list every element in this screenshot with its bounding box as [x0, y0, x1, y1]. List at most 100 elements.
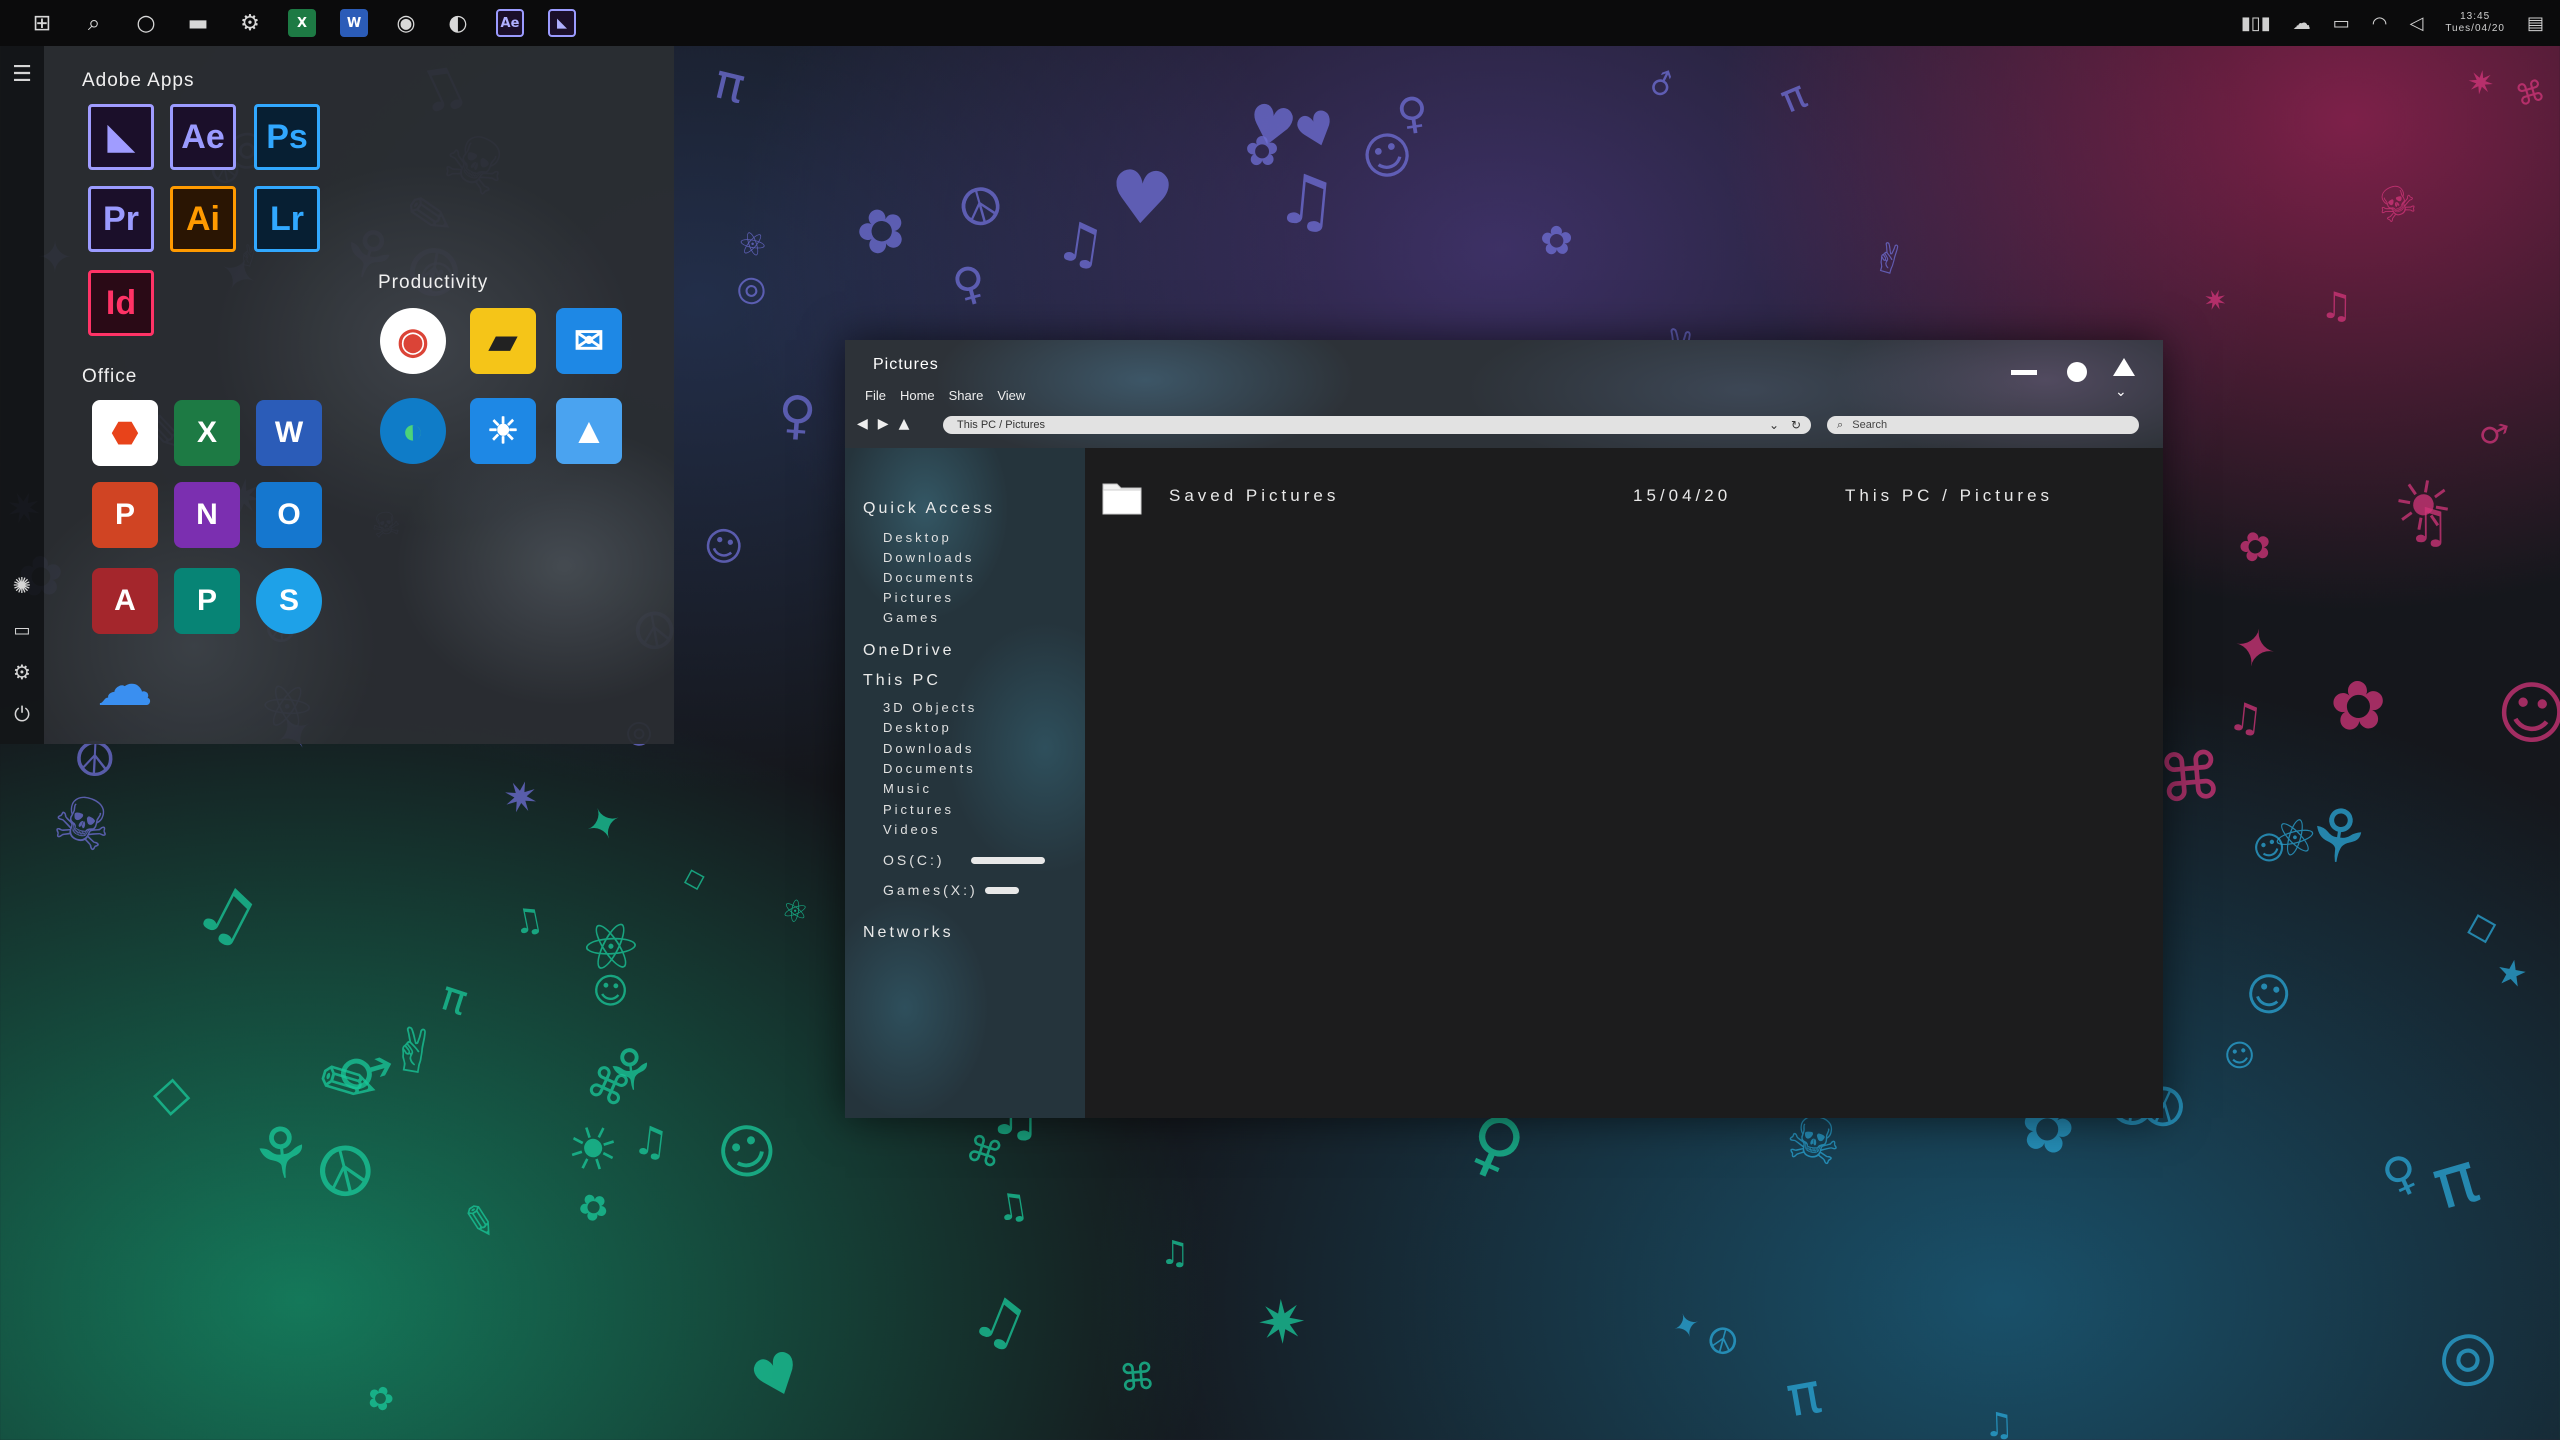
- nav-this-pc[interactable]: This PC: [863, 672, 941, 690]
- publisher-tile[interactable]: P: [174, 568, 240, 634]
- nav-quick-desktop[interactable]: Desktop: [883, 530, 952, 545]
- wifi-icon[interactable]: ◠: [2372, 13, 2388, 34]
- wallpaper-doodle: ☺: [1352, 119, 1422, 192]
- hamburger-menu-icon[interactable]: ☰: [0, 56, 44, 92]
- wallpaper-doodle: ☺: [2247, 824, 2292, 872]
- wallpaper-doodle: ✿: [571, 1181, 617, 1233]
- nav-pc-music[interactable]: Music: [883, 781, 932, 796]
- menu-view[interactable]: View: [997, 388, 1025, 403]
- expand-ribbon-chevron-icon[interactable]: ⌄: [2115, 384, 2127, 400]
- wallpaper-doodle: ♫: [962, 1279, 1039, 1364]
- illustrator-tile[interactable]: Ai: [170, 186, 236, 252]
- cortana-icon[interactable]: ○: [120, 0, 172, 46]
- word-tile[interactable]: W: [256, 400, 322, 466]
- wallpaper-doodle: ♫: [2225, 694, 2266, 743]
- after-effects-icon[interactable]: Ae: [484, 0, 536, 46]
- wallpaper-doodle: ☺: [2221, 1036, 2258, 1076]
- file-explorer-icon[interactable]: ▬: [172, 0, 224, 46]
- forward-arrow-icon[interactable]: ▶: [878, 416, 889, 432]
- search-icon[interactable]: ⌕: [68, 0, 120, 46]
- onenote-tile-label: N: [196, 498, 218, 531]
- excel-tile[interactable]: X: [174, 400, 240, 466]
- premiere-rush-icon[interactable]: ◣: [536, 0, 588, 46]
- clock[interactable]: 13:45 Tues/04/20: [2445, 11, 2505, 35]
- photos-tile[interactable]: ▲: [556, 398, 622, 464]
- edge-tile-label: ◐: [402, 410, 424, 451]
- windows-start-icon[interactable]: ⊞: [16, 0, 68, 46]
- wallpaper-doodle: ✷: [1255, 1286, 1309, 1358]
- after-effects-tile[interactable]: Ae: [170, 104, 236, 170]
- address-bar[interactable]: This PC / Pictures ⌄ ↻: [943, 416, 1811, 434]
- nav-pc-desktop[interactable]: Desktop: [883, 720, 952, 735]
- menu-file[interactable]: File: [865, 388, 886, 403]
- close-button[interactable]: [2113, 358, 2135, 376]
- wallpaper-doodle: ◇: [2459, 899, 2502, 953]
- nav-quick-games[interactable]: Games: [883, 610, 940, 625]
- file-row[interactable]: Saved Pictures 15/04/20 This PC / Pictures: [1085, 472, 2163, 518]
- refresh-icon[interactable]: ↻: [1791, 418, 1801, 432]
- nav-drive-games[interactable]: Games(X:): [883, 882, 978, 898]
- publisher-tile-label: P: [196, 584, 217, 617]
- wallpaper-doodle: ★: [2492, 950, 2531, 997]
- wallpaper-doodle: ⚘: [245, 1110, 317, 1199]
- chrome-tile-label: ◉: [397, 320, 429, 361]
- nav-onedrive[interactable]: OneDrive: [863, 642, 955, 660]
- notifications-icon[interactable]: ▤: [2527, 13, 2544, 34]
- skype-tile[interactable]: S: [256, 568, 322, 634]
- powerpoint-tile[interactable]: P: [92, 482, 158, 548]
- wallpaper-doodle: ◎: [2431, 1308, 2509, 1400]
- maximize-button[interactable]: [2067, 362, 2087, 382]
- nav-quick-pictures[interactable]: Pictures: [883, 590, 954, 605]
- access-tile[interactable]: A: [92, 568, 158, 634]
- menu-home[interactable]: Home: [900, 388, 935, 403]
- outlook-tile[interactable]: O: [256, 482, 322, 548]
- premiere-rush-tile[interactable]: ◣: [88, 104, 154, 170]
- sticky-notes-tile[interactable]: ▰: [470, 308, 536, 374]
- cloud-icon[interactable]: ☁: [2293, 13, 2311, 34]
- nav-quick-downloads[interactable]: Downloads: [883, 550, 974, 565]
- documents-icon[interactable]: ▭: [0, 612, 44, 648]
- nav-networks[interactable]: Networks: [863, 924, 954, 942]
- mail-tile[interactable]: ✉: [556, 308, 622, 374]
- wallpaper-doodle: ⌘: [578, 1055, 638, 1118]
- menu-share[interactable]: Share: [949, 388, 984, 403]
- battery-icon[interactable]: ▭: [2333, 13, 2350, 34]
- network-bars-icon[interactable]: ▮▯▮: [2241, 13, 2271, 34]
- settings-icon[interactable]: ⚙: [224, 0, 276, 46]
- nav-quick-documents[interactable]: Documents: [883, 570, 976, 585]
- wallpaper-doodle: ♫: [2319, 283, 2354, 328]
- word-icon[interactable]: W: [328, 0, 380, 46]
- search-box[interactable]: ⌕ Search: [1827, 416, 2139, 434]
- onenote-tile[interactable]: N: [174, 482, 240, 548]
- photoshop-tile[interactable]: Ps: [254, 104, 320, 170]
- nav-pc-3d-objects[interactable]: 3D Objects: [883, 700, 977, 715]
- nav-pc-pictures[interactable]: Pictures: [883, 802, 954, 817]
- volume-icon[interactable]: ◁: [2409, 13, 2423, 34]
- app-icon[interactable]: ◐: [432, 0, 484, 46]
- up-arrow-icon[interactable]: ▲: [899, 416, 910, 432]
- nav-pc-downloads[interactable]: Downloads: [883, 741, 974, 756]
- minimize-button[interactable]: [2011, 370, 2037, 375]
- edge-tile[interactable]: ◐: [380, 398, 446, 464]
- chrome-icon[interactable]: ◉: [380, 0, 432, 46]
- wallpaper-doodle: ♂: [325, 1031, 400, 1112]
- onedrive-tile[interactable]: ☁: [92, 652, 158, 718]
- indesign-tile[interactable]: Id: [88, 270, 154, 336]
- wallpaper-doodle: ⚘: [601, 1034, 660, 1107]
- nav-pc-documents[interactable]: Documents: [883, 761, 976, 776]
- excel-icon[interactable]: X: [276, 0, 328, 46]
- power-icon[interactable]: ⏻: [0, 696, 44, 732]
- nav-quick-access[interactable]: Quick Access: [863, 500, 995, 518]
- office-tile[interactable]: ⬣: [92, 400, 158, 466]
- nav-drive-os[interactable]: OS(C:): [883, 852, 945, 868]
- back-arrow-icon[interactable]: ◀: [857, 416, 868, 432]
- dropdown-chevron-icon[interactable]: ⌄: [1769, 418, 1779, 432]
- settings-icon[interactable]: ⚙: [0, 654, 44, 690]
- nav-pc-videos[interactable]: Videos: [883, 822, 941, 837]
- lightroom-tile[interactable]: Lr: [254, 186, 320, 252]
- premiere-pro-tile[interactable]: Pr: [88, 186, 154, 252]
- wallpaper-doodle: ☺: [2492, 671, 2560, 757]
- chrome-tile[interactable]: ◉: [380, 308, 446, 374]
- user-avatar-icon[interactable]: ✺: [0, 568, 44, 604]
- weather-tile[interactable]: ☀: [470, 398, 536, 464]
